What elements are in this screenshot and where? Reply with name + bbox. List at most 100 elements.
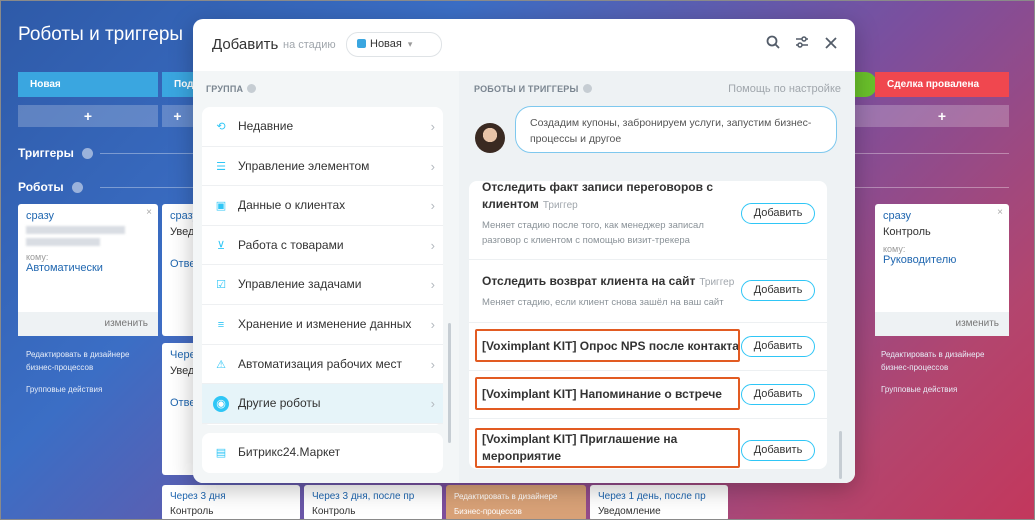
group-item-market[interactable]: ▤ Битрикс24.Маркет [202, 433, 443, 473]
add-trigger-button[interactable] [855, 105, 875, 127]
group-item-client-data[interactable]: ▣ Данные о клиентах › [202, 186, 443, 226]
group-item-recent[interactable]: ⟲ Недавние › [202, 107, 443, 147]
group-item-automation[interactable]: ⚠ Автоматизация рабочих мест › [202, 345, 443, 385]
help-icon[interactable] [247, 84, 257, 93]
stage-select[interactable]: Новая ▾ [346, 32, 442, 57]
search-icon[interactable] [764, 35, 782, 53]
group-item-other-robots[interactable]: ◉ Другие роботы › [202, 384, 443, 424]
element-icon: ☰ [216, 160, 226, 173]
chevron-right-icon: › [430, 158, 435, 174]
chevron-down-icon: ▾ [407, 39, 413, 49]
chevron-right-icon: › [430, 198, 435, 214]
robot-card[interactable]: Через 1 день, после пр Уведомление [590, 485, 728, 520]
add-trigger-button[interactable]: + [162, 105, 193, 127]
robot-card-time[interactable]: сразу [26, 210, 150, 222]
robot-card-time[interactable]: Через [170, 349, 201, 361]
recent-icon: ⟲ [216, 121, 226, 133]
robot-card-to-label: кому: [26, 252, 49, 262]
add-button[interactable]: Добавить [741, 384, 815, 405]
robot-name: Отследить факт записи переговоров с клие… [482, 181, 714, 211]
group-column: ГРУППА ⟲ Недавние › ☰ Управление элементом ›… [193, 71, 459, 483]
robot-card-to-label: кому: [883, 244, 906, 254]
robot-card-time[interactable]: Через 3 дня, после пр [312, 489, 434, 504]
group-item-tasks[interactable]: ☑ Управление задачами › [202, 265, 443, 305]
triggers-section-label: Триггеры [18, 146, 93, 160]
group-item-products[interactable]: ⊻ Работа с товарами › [202, 226, 443, 266]
robot-tag: Триггер [542, 200, 578, 211]
designer-link-text: Редактировать в дизайнере [454, 492, 558, 501]
robot-card-time[interactable]: сразу [883, 210, 1001, 222]
add-trigger-button[interactable]: + [18, 105, 158, 127]
chevron-right-icon: › [430, 277, 435, 293]
dialog-title: Добавить [212, 36, 279, 53]
robot-card-to-value[interactable]: Отве [170, 397, 195, 409]
add-button[interactable]: Добавить [741, 280, 815, 301]
close-icon[interactable]: × [146, 207, 152, 218]
group-actions-link[interactable]: Групповые действия [26, 383, 102, 396]
robot-list-scrollbar[interactable] [839, 431, 842, 479]
robot-tag: Триггер [699, 277, 735, 288]
robot-card-edit[interactable]: изменить [18, 312, 158, 336]
hint-bubble: Создадим купоны, забронируем услуги, зап… [515, 106, 837, 153]
highlight-box [475, 329, 740, 362]
robot-card-edit[interactable]: изменить [875, 312, 1009, 336]
designer-link[interactable]: Редактировать в дизайнере бизнес-процесс… [881, 348, 1011, 374]
designer-link[interactable]: Редактировать в дизайнере Бизнес-процесс… [446, 485, 586, 520]
robot-card-title: Увед [170, 365, 195, 377]
stage-new[interactable]: Новая [18, 72, 158, 97]
robot-card[interactable]: Через 3 дня Контроль [162, 485, 300, 520]
stage-success[interactable] [853, 72, 877, 97]
add-button[interactable]: Добавить [741, 203, 815, 224]
group-item-data[interactable]: ≡ Хранение и изменение данных › [202, 305, 443, 345]
robot-card-to-value[interactable]: Автоматически [26, 262, 150, 274]
robot-card-title: Контроль [170, 506, 214, 517]
close-icon[interactable] [822, 35, 840, 53]
chevron-right-icon: › [430, 237, 435, 253]
list-item[interactable]: Отследить возврат клиента на сайт Триггер… [469, 260, 827, 323]
group-item-element[interactable]: ☰ Управление элементом › [202, 147, 443, 187]
add-button[interactable]: Добавить [741, 440, 815, 461]
help-icon[interactable] [81, 148, 93, 160]
stage-color-dot [357, 39, 366, 48]
robot-icon: ◉ [213, 396, 229, 413]
tasks-icon: ☑ [216, 279, 226, 292]
cart-icon: ⊻ [216, 239, 226, 252]
help-icon[interactable] [71, 182, 83, 194]
robot-card[interactable]: × сразу кому: Автоматически изменить [18, 204, 158, 336]
robot-description: Меняет стадию после того, как менеджер з… [482, 220, 704, 246]
avatar [475, 123, 505, 153]
page-title: Роботы и триггеры [18, 24, 184, 45]
chevron-right-icon: › [430, 316, 435, 332]
blurred-text [26, 238, 101, 246]
robot-card-title: Контроль [312, 506, 356, 517]
designer-link-text: Бизнес-процессов [454, 507, 522, 516]
list-item[interactable]: Отследить факт записи переговоров с клие… [469, 181, 827, 260]
highlight-box [475, 428, 740, 468]
robot-card-to-value[interactable]: Отве [170, 258, 195, 270]
help-icon[interactable] [582, 84, 592, 93]
stage-lost[interactable]: Сделка провалена [875, 72, 1009, 97]
settings-icon[interactable] [793, 35, 811, 53]
robot-list: Отследить факт записи переговоров с клие… [469, 181, 827, 469]
automation-icon: ⚠ [216, 358, 226, 371]
robot-card-time[interactable]: Через 3 дня [170, 489, 292, 504]
robot-card-title: Контроль [883, 226, 931, 238]
add-robot-dialog: Добавить на стадию Новая ▾ ГРУППА ⟲ Недавн… [193, 19, 855, 483]
add-trigger-button[interactable]: + [875, 105, 1009, 127]
add-button[interactable]: Добавить [741, 336, 815, 357]
group-scrollbar[interactable] [448, 323, 451, 443]
chevron-right-icon: › [430, 356, 435, 372]
robot-card-time[interactable]: Через 1 день, после пр [598, 489, 720, 504]
robot-card[interactable]: Через 3 дня, после пр Контроль [304, 485, 442, 520]
robot-card-to-value[interactable]: Руководителю [883, 254, 1001, 266]
designer-link[interactable]: Редактировать в дизайнере бизнес-процесс… [26, 348, 156, 374]
close-icon[interactable]: × [997, 207, 1003, 218]
client-data-icon: ▣ [215, 200, 227, 213]
group-actions-link[interactable]: Групповые действия [881, 383, 957, 396]
market-box: ▤ Битрикс24.Маркет [202, 433, 443, 473]
stage-select-value: Новая [370, 38, 402, 50]
help-link[interactable]: Помощь по настройке [728, 83, 841, 95]
robot-card-time[interactable]: сразу [170, 210, 198, 222]
robots-column: РОБОТЫ И ТРИГГЕРЫ Помощь по настройке Со… [459, 71, 855, 483]
robot-card[interactable]: × сразу Контроль кому: Руководителю изме… [875, 204, 1009, 336]
